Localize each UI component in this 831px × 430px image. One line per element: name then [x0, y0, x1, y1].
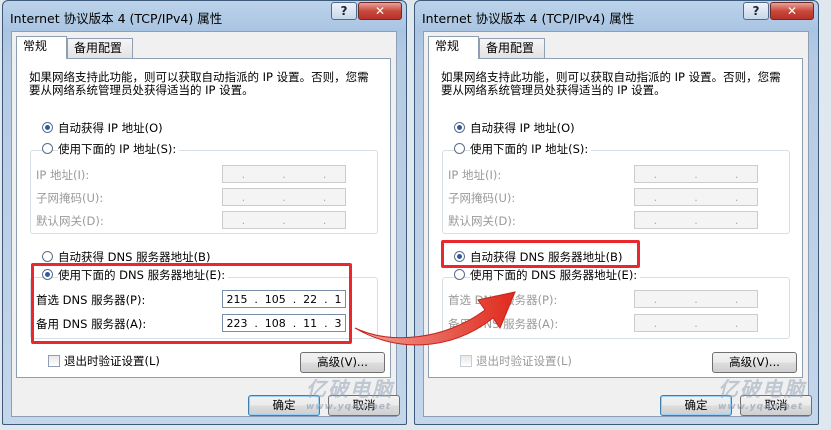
description-text: 如果网络支持此功能，则可以获取自动指派的 IP 设置。否则，您需要从网络系统管理… — [29, 70, 369, 97]
ip-manual-radio[interactable] — [454, 143, 465, 154]
tab-control: 常规 备用配置 如果网络支持此功能，则可以获取自动指派的 IP 设置。否则，您需… — [423, 31, 812, 417]
preferred-dns-field: ... — [634, 290, 758, 308]
tab-general[interactable]: 常规 — [16, 36, 67, 59]
help-button[interactable]: ? — [743, 2, 769, 20]
tab-alternate-configuration[interactable]: 备用配置 — [67, 38, 133, 59]
ip-address-field: ... — [634, 165, 758, 183]
validate-label[interactable]: 退出时验证设置(L) — [64, 353, 160, 369]
window-title: Internet 协议版本 4 (TCP/IPv4) 属性 — [422, 11, 635, 26]
validate-label: 退出时验证设置(L) — [476, 354, 572, 368]
default-gateway-label: 默认网关(D): — [448, 214, 516, 228]
ip-manual-label[interactable]: 使用下面的 IP 地址(S): — [470, 141, 592, 157]
title-bar[interactable]: Internet 协议版本 4 (TCP/IPv4) 属性 ? ✕ — [3, 1, 406, 31]
title-bar[interactable]: Internet 协议版本 4 (TCP/IPv4) 属性 ? ✕ — [415, 1, 818, 31]
subnet-mask-label: 子网掩码(U): — [448, 191, 516, 205]
watermark: 亿破电脑 www.yqdn.net — [718, 377, 806, 412]
highlight-box-auto-dns — [441, 240, 640, 268]
help-button[interactable]: ? — [331, 2, 357, 20]
tab-alternate-configuration[interactable]: 备用配置 — [479, 38, 545, 59]
default-gateway-field: ... — [222, 211, 346, 229]
curved-arrow-icon — [354, 291, 516, 346]
subnet-mask-field: ... — [222, 188, 346, 206]
dns-auto-radio[interactable] — [42, 251, 53, 262]
default-gateway-field: ... — [634, 211, 758, 229]
alternate-dns-field: ... — [634, 314, 758, 332]
description-text: 如果网络支持此功能，则可以获取自动指派的 IP 设置。否则，您需要从网络系统管理… — [441, 70, 781, 97]
watermark: 亿破电脑 www.yqdn.net — [306, 377, 394, 412]
subnet-mask-field: ... — [634, 188, 758, 206]
ip-address-label: IP 地址(I): — [448, 168, 502, 182]
validate-checkbox[interactable] — [48, 355, 60, 367]
tab-general[interactable]: 常规 — [428, 36, 479, 59]
ip-manual-label[interactable]: 使用下面的 IP 地址(S): — [58, 141, 180, 157]
validate-checkbox — [460, 355, 472, 367]
default-gateway-label: 默认网关(D): — [36, 214, 104, 228]
advanced-button[interactable]: 高级(V)... — [712, 352, 797, 373]
ip-auto-label[interactable]: 自动获得 IP 地址(O) — [470, 120, 575, 136]
advanced-button[interactable]: 高级(V)... — [300, 352, 385, 373]
subnet-mask-label: 子网掩码(U): — [36, 191, 104, 205]
highlight-box-manual-dns — [31, 263, 352, 344]
tab-control: 常规 备用配置 如果网络支持此功能，则可以获取自动指派的 IP 设置。否则，您需… — [11, 31, 400, 417]
close-button[interactable]: ✕ — [358, 2, 402, 20]
ip-address-field: ... — [222, 165, 346, 183]
ip-auto-radio[interactable] — [454, 122, 465, 133]
tcpip-dialog-before: Internet 协议版本 4 (TCP/IPv4) 属性 ? ✕ 常规 备用配… — [2, 0, 407, 425]
tcpip-dialog-after: Internet 协议版本 4 (TCP/IPv4) 属性 ? ✕ 常规 备用配… — [414, 0, 819, 425]
window-title: Internet 协议版本 4 (TCP/IPv4) 属性 — [10, 11, 223, 26]
ip-manual-radio[interactable] — [42, 143, 53, 154]
ip-auto-radio[interactable] — [42, 122, 53, 133]
close-button[interactable]: ✕ — [770, 2, 814, 20]
ip-address-label: IP 地址(I): — [36, 168, 90, 182]
ip-auto-label[interactable]: 自动获得 IP 地址(O) — [58, 120, 163, 136]
